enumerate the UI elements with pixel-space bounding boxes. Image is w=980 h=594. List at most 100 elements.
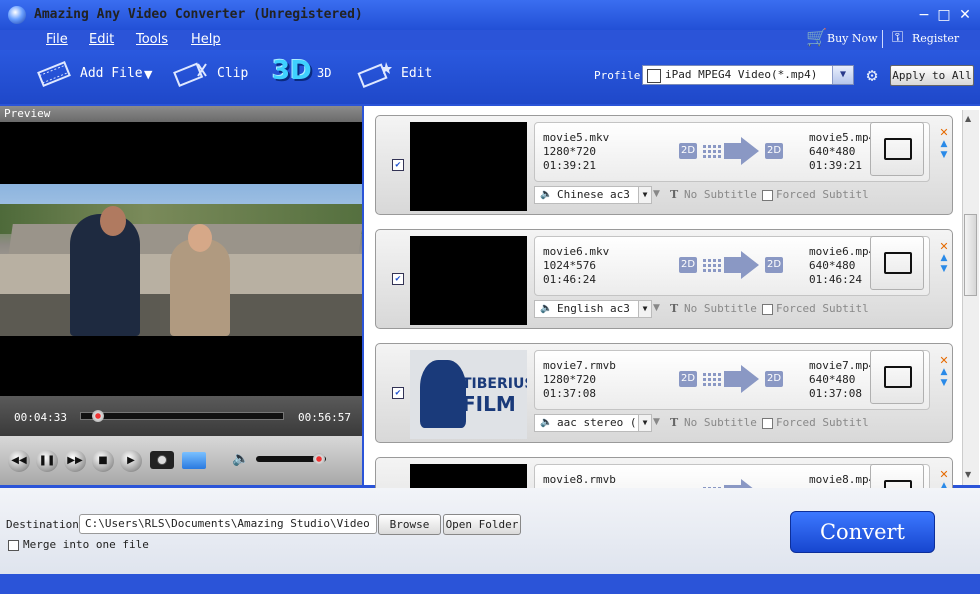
- minimize-button[interactable]: −: [914, 6, 934, 24]
- profile-select[interactable]: iPad MPEG4 Video(*.mp4) ▼: [642, 65, 854, 85]
- source-name: movie5.mkv: [543, 131, 610, 144]
- item-checkbox[interactable]: ✔: [392, 273, 404, 285]
- source-2d-badge: 2D: [679, 371, 697, 387]
- subtitle-select[interactable]: T No Subtitle: [668, 300, 768, 318]
- subtitle-chevron-icon[interactable]: ▼: [653, 417, 660, 427]
- video-thumbnail: TIBERIUSFILM: [410, 350, 527, 439]
- source-name: movie8.rmvb: [543, 473, 616, 486]
- scroll-up-icon[interactable]: ▲: [965, 114, 971, 123]
- list-item[interactable]: ✔ movie5.mkv 1280*720 01:39:21 2D 2D movie5.mp…: [375, 115, 953, 215]
- source-duration: 01:37:08: [543, 387, 596, 400]
- 3d-logo-icon[interactable]: 3D: [272, 56, 314, 94]
- clip-button[interactable]: Clip: [217, 66, 248, 81]
- mute-speaker-icon[interactable]: 🔈: [232, 451, 249, 467]
- item-checkbox[interactable]: ✔: [392, 387, 404, 399]
- destination-input[interactable]: C:\Users\RLS\Documents\Amazing Studio\Vi…: [79, 514, 377, 534]
- next-frame-icon[interactable]: ▶: [120, 450, 142, 472]
- scroll-thumb[interactable]: [964, 214, 977, 296]
- list-item[interactable]: ✔ movie6.mkv 1024*576 01:46:24 2D 2D movie6.mp…: [375, 229, 953, 329]
- chevron-down-icon[interactable]: ▼: [832, 66, 853, 84]
- item-checkbox[interactable]: ✔: [392, 159, 404, 171]
- forced-subtitle-checkbox[interactable]: [762, 418, 773, 429]
- forced-subtitle-option[interactable]: Forced Subtitl: [760, 186, 868, 204]
- forced-subtitle-option[interactable]: Forced Subtitl: [760, 414, 868, 432]
- speaker-icon: 🔈: [540, 417, 553, 428]
- audio-track-value: English ac3: [557, 302, 630, 315]
- convert-button[interactable]: Convert: [790, 511, 935, 553]
- device-icon[interactable]: [870, 122, 924, 176]
- list-item[interactable]: ✔ TIBERIUSFILM movie7.rmvb1280*72001:37:08…: [375, 343, 953, 443]
- subtitle-select[interactable]: T No Subtitle: [668, 186, 768, 204]
- profile-label: Profile:: [594, 69, 647, 82]
- edit-wand-icon[interactable]: [356, 58, 392, 90]
- folder-icon[interactable]: [182, 452, 206, 469]
- maximize-button[interactable]: □: [934, 6, 954, 24]
- forced-subtitle-option[interactable]: Forced Subtitl: [760, 300, 868, 318]
- window-title: Amazing Any Video Converter (Unregistere…: [34, 7, 363, 22]
- menu-tools[interactable]: Tools: [136, 32, 168, 47]
- move-up-icon[interactable]: ▲: [938, 367, 950, 377]
- add-file-button[interactable]: Add File: [80, 66, 143, 81]
- list-scrollbar[interactable]: ▲ ▼: [962, 110, 979, 485]
- remove-icon[interactable]: ✕: [938, 240, 950, 253]
- target-name: movie8.mp4: [809, 473, 876, 486]
- scroll-down-icon[interactable]: ▼: [965, 470, 971, 479]
- source-resolution: 1280*720: [543, 145, 596, 158]
- camera-icon[interactable]: [150, 451, 174, 469]
- subtitle-chevron-icon[interactable]: ▼: [653, 189, 660, 199]
- audio-track-value: Chinese ac3: [557, 188, 630, 201]
- open-folder-button[interactable]: Open Folder: [443, 514, 521, 535]
- apply-to-all-button[interactable]: Apply to All: [890, 65, 974, 86]
- target-name: movie7.mp4: [809, 359, 876, 372]
- close-button[interactable]: ✕: [955, 6, 975, 24]
- remove-icon[interactable]: ✕: [938, 354, 950, 367]
- device-icon[interactable]: [870, 350, 924, 404]
- fast-forward-icon[interactable]: ▶▶: [64, 450, 86, 472]
- subtitle-icon: T: [670, 188, 679, 201]
- chevron-down-icon[interactable]: ▼: [638, 300, 652, 318]
- 3d-button[interactable]: 3D: [317, 66, 331, 80]
- subtitle-icon: T: [670, 416, 679, 429]
- chevron-down-icon[interactable]: ▼: [638, 186, 652, 204]
- chevron-down-icon[interactable]: ▼: [638, 414, 652, 432]
- volume-handle[interactable]: [313, 453, 325, 465]
- stop-icon[interactable]: ■: [92, 450, 114, 472]
- subtitle-select[interactable]: T No Subtitle: [668, 414, 768, 432]
- pause-icon[interactable]: ❚❚: [36, 450, 58, 472]
- remove-icon[interactable]: ✕: [938, 126, 950, 139]
- device-icon[interactable]: [870, 236, 924, 290]
- target-info: movie7.mp4 640*480 01:37:08: [809, 359, 875, 401]
- target-info: movie6.mp4 640*480 01:46:24: [809, 245, 875, 287]
- source-resolution: 1280*720: [543, 373, 596, 386]
- buy-now-link[interactable]: Buy Now: [827, 32, 878, 45]
- edit-button[interactable]: Edit: [401, 66, 432, 81]
- audio-track-select[interactable]: 🔈 English ac3: [534, 300, 652, 318]
- clip-icon[interactable]: [172, 58, 208, 90]
- audio-track-select[interactable]: 🔈 aac stereo (: [534, 414, 652, 432]
- move-up-icon[interactable]: ▲: [938, 139, 950, 149]
- seek-slider[interactable]: [80, 412, 284, 420]
- register-link[interactable]: Register: [912, 32, 959, 45]
- move-up-icon[interactable]: ▲: [938, 253, 950, 263]
- cart-icon: 🛒: [806, 28, 828, 48]
- film-add-icon[interactable]: [36, 58, 72, 90]
- track-row: 🔈 Chinese ac3 ▼ T No Subtitle Forced Subtitl: [534, 186, 930, 204]
- video-preview[interactable]: [0, 122, 362, 396]
- forced-subtitle-checkbox[interactable]: [762, 190, 773, 201]
- merge-checkbox[interactable]: [8, 540, 19, 551]
- browse-button[interactable]: Browse: [378, 514, 441, 535]
- menu-edit[interactable]: Edit: [89, 32, 114, 47]
- forced-subtitle-checkbox[interactable]: [762, 304, 773, 315]
- menu-file[interactable]: File: [46, 32, 68, 47]
- audio-track-select[interactable]: 🔈 Chinese ac3: [534, 186, 652, 204]
- gear-icon[interactable]: ⚙: [862, 66, 882, 86]
- move-down-icon[interactable]: ▼: [938, 378, 950, 388]
- remove-icon[interactable]: ✕: [938, 468, 950, 481]
- source-name: movie7.rmvb: [543, 359, 616, 372]
- rewind-icon[interactable]: ◀◀: [8, 450, 30, 472]
- subtitle-chevron-icon[interactable]: ▼: [653, 303, 660, 313]
- move-down-icon[interactable]: ▼: [938, 150, 950, 160]
- menu-help[interactable]: Help: [191, 32, 221, 47]
- move-down-icon[interactable]: ▼: [938, 264, 950, 274]
- add-file-dropdown-icon[interactable]: ▼: [144, 68, 152, 81]
